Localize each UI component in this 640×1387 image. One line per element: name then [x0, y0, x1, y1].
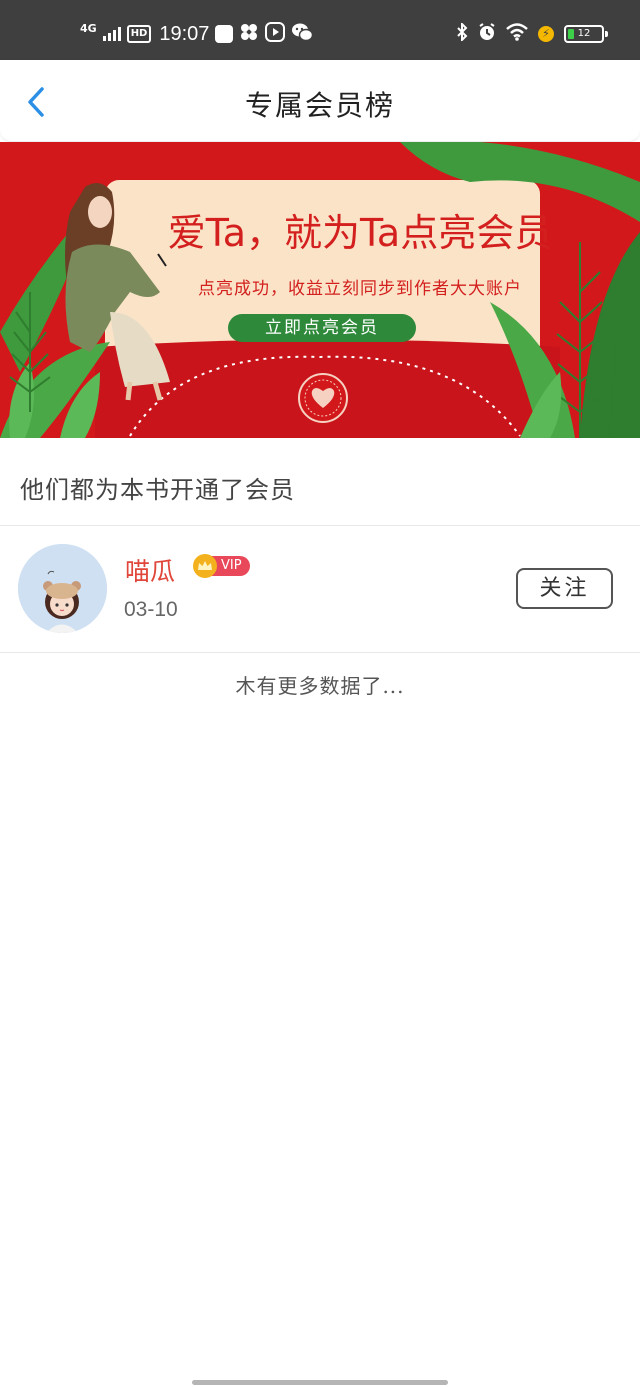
heart-seal-icon	[298, 373, 348, 423]
video-app-icon	[265, 22, 286, 46]
pinwheel-app-icon	[239, 22, 259, 46]
app-notification-icon	[215, 25, 234, 43]
status-time: 19:07	[159, 22, 210, 45]
promo-banner[interactable]: 爱Ta，就为Ta点亮会员 点亮成功，收益立刻同步到作者大大账户 立即点亮会员	[0, 142, 640, 438]
charging-icon: ⚡	[538, 26, 554, 42]
nav-header: 专属会员榜	[0, 60, 640, 142]
wechat-icon	[291, 22, 314, 46]
app-screen: 4G HD 19:07 ⚡ 12 专属会员榜 爱Ta，就为Ta点亮会员 点亮成功…	[0, 0, 640, 1387]
crown-icon	[193, 554, 217, 578]
status-bar: 4G HD 19:07 ⚡ 12	[0, 0, 640, 60]
member-date: 03-10	[124, 598, 178, 621]
banner-subtitle: 点亮成功，收益立刻同步到作者大大账户	[198, 279, 522, 299]
avatar[interactable]	[18, 544, 107, 633]
light-up-membership-button[interactable]: 立即点亮会员	[228, 314, 416, 342]
battery-icon: 12	[564, 25, 608, 43]
divider	[0, 652, 640, 653]
banner-headline: 爱Ta，就为Ta点亮会员	[167, 211, 553, 255]
status-right: ⚡ 12	[456, 21, 608, 46]
signal-icon	[102, 27, 121, 41]
wifi-icon	[506, 23, 528, 45]
follow-button[interactable]: 关注	[516, 568, 613, 609]
vip-badge: VIP	[193, 554, 250, 578]
home-indicator[interactable]	[192, 1380, 448, 1385]
network-type: 4G	[80, 21, 97, 35]
battery-level: 12	[577, 28, 591, 39]
bluetooth-icon	[456, 21, 468, 45]
girl-avatar-image	[18, 544, 107, 633]
member-name[interactable]: 喵瓜	[125, 552, 175, 588]
hd-badge: HD	[126, 25, 152, 43]
alarm-icon	[478, 23, 496, 45]
member-list-item[interactable]: 喵瓜 VIP 03-10 关注	[0, 526, 640, 652]
section-title: 他们都为本书开通了会员	[20, 476, 295, 504]
no-more-data-text: 木有更多数据了...	[235, 674, 405, 698]
status-left: 4G HD 19:07	[80, 20, 314, 48]
page-title: 专属会员榜	[244, 89, 395, 122]
